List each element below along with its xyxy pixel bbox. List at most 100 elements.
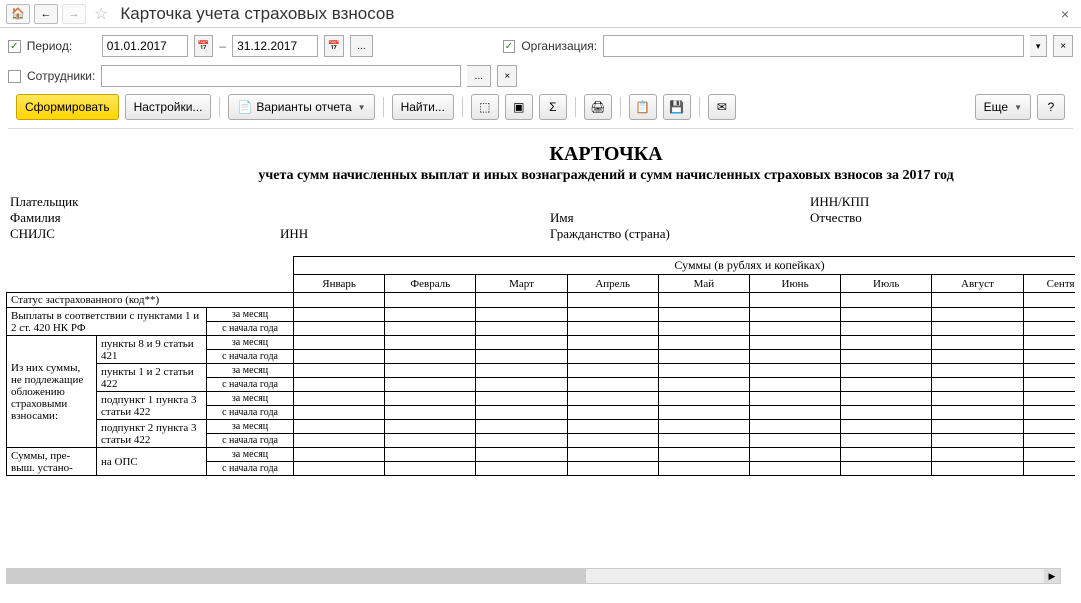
email-button[interactable]: ✉	[708, 94, 736, 120]
month-header: Июнь	[749, 275, 840, 293]
period-label: Период:	[27, 39, 72, 53]
period-checkbox[interactable]	[8, 40, 21, 53]
favorite-star-icon[interactable]: ☆	[94, 4, 108, 24]
info-block: Плательщик ИНН/КПП Фамилия Имя Отчество …	[6, 194, 1075, 242]
employee-input[interactable]	[101, 65, 461, 87]
excess-group: Суммы, пре-выш. устано-	[7, 448, 97, 476]
variants-label: Варианты отчета	[256, 100, 351, 114]
snils-label: СНИЛС	[10, 226, 280, 242]
preview-icon: 📋	[635, 100, 650, 114]
period-year: с начала года	[207, 462, 294, 476]
inn-label: ИНН	[280, 226, 550, 242]
period-year: с начала года	[207, 350, 294, 364]
separator	[620, 97, 621, 117]
report-scroll[interactable]: КАРТОЧКА учета сумм начисленных выплат и…	[6, 143, 1075, 588]
ex1: пункты 8 и 9 статьи 421	[97, 336, 207, 364]
save-button[interactable]: 💾	[663, 94, 691, 120]
period-month: за месяц	[207, 392, 294, 406]
org-dropdown-icon[interactable]: ▾	[1030, 35, 1048, 57]
find-button[interactable]: Найти...	[392, 94, 454, 120]
org-label: Организация:	[521, 39, 597, 53]
home-button[interactable]: 🏠	[6, 4, 30, 24]
date-to-input[interactable]	[232, 35, 318, 57]
month-header: Август	[932, 275, 1023, 293]
save-icon: 💾	[669, 100, 684, 114]
forward-button[interactable]: →	[62, 4, 86, 24]
patronymic-label: Отчество	[810, 210, 1075, 226]
date-from-input[interactable]	[102, 35, 188, 57]
preview-button[interactable]: 📋	[629, 94, 657, 120]
period-year: с начала года	[207, 378, 294, 392]
scroll-right-icon[interactable]: ▶	[1044, 569, 1060, 583]
period-month: за месяц	[207, 308, 294, 322]
document-icon: 📄	[237, 100, 252, 114]
more-label: Еще	[984, 100, 1008, 114]
titlebar: 🏠 ← → ☆ Карточка учета страховых взносов…	[0, 0, 1081, 28]
period-month: за месяц	[207, 420, 294, 434]
separator	[699, 97, 700, 117]
surname-label: Фамилия	[10, 210, 280, 226]
calendar-from-icon[interactable]: 📅	[194, 35, 214, 57]
row-payments: Выплаты в соответствии с пунктами 1 и 2 …	[7, 308, 207, 336]
sum-header: Суммы (в рублях и копейках)	[294, 257, 1075, 275]
back-button[interactable]: ←	[34, 4, 58, 24]
date-dash: –	[219, 39, 226, 53]
exempt-group: Из них суммы, не подлежащие обложению ст…	[7, 336, 97, 448]
collapse-button[interactable]: ▣	[505, 94, 533, 120]
separator	[462, 97, 463, 117]
period-year: с начала года	[207, 434, 294, 448]
excess1: на ОПС	[97, 448, 207, 476]
collapse-icon: ▣	[513, 100, 524, 114]
calendar-to-icon[interactable]: 📅	[324, 35, 344, 57]
month-header: Июль	[841, 275, 932, 293]
help-button[interactable]: ?	[1037, 94, 1065, 120]
org-input[interactable]	[603, 35, 1024, 57]
org-checkbox[interactable]	[503, 40, 516, 53]
period-year: с начала года	[207, 322, 294, 336]
chevron-down-icon: ▼	[1014, 103, 1022, 112]
name-label: Имя	[550, 210, 810, 226]
ex2: пункты 1 и 2 статьи 422	[97, 364, 207, 392]
print-icon: 🖨	[590, 100, 605, 114]
month-header: Сентябрь	[1023, 275, 1075, 293]
filters-panel: Период: 📅 – 📅 ... Организация: ▾ × Сотру…	[0, 28, 1081, 137]
expand-icon: ⬚	[479, 100, 490, 114]
org-clear-button[interactable]: ×	[1053, 35, 1073, 57]
period-dots-button[interactable]: ...	[350, 35, 374, 57]
report-area: КАРТОЧКА учета сумм начисленных выплат и…	[0, 137, 1081, 588]
chevron-down-icon: ▼	[358, 103, 366, 112]
settings-button[interactable]: Настройки...	[125, 94, 212, 120]
sigma-icon: Σ	[549, 100, 556, 114]
sum-button[interactable]: Σ	[539, 94, 567, 120]
period-month: за месяц	[207, 448, 294, 462]
status-row: Статус застрахованного (код**)	[7, 293, 294, 308]
ex4: подпункт 2 пункта 3 статьи 422	[97, 420, 207, 448]
employee-clear-button[interactable]: ×	[497, 65, 517, 87]
report-header: КАРТОЧКА учета сумм начисленных выплат и…	[6, 143, 1075, 184]
close-button[interactable]: ×	[1055, 6, 1075, 22]
variants-button[interactable]: 📄 Варианты отчета ▼	[228, 94, 374, 120]
employee-checkbox[interactable]	[8, 70, 21, 83]
inn-kpp-label: ИНН/КПП	[810, 194, 1075, 210]
email-icon: ✉	[717, 100, 727, 114]
more-button[interactable]: Еще ▼	[975, 94, 1031, 120]
month-header: Май	[658, 275, 749, 293]
month-header: Февраль	[385, 275, 476, 293]
horizontal-scrollbar[interactable]: ◀ ▶	[6, 568, 1061, 584]
report-title: КАРТОЧКА	[6, 143, 1075, 166]
month-header: Январь	[294, 275, 385, 293]
separator	[383, 97, 384, 117]
form-button[interactable]: Сформировать	[16, 94, 119, 120]
payer-label: Плательщик	[10, 194, 280, 210]
separator	[575, 97, 576, 117]
expand-button[interactable]: ⬚	[471, 94, 499, 120]
report-subtitle: учета сумм начисленных выплат и иных воз…	[6, 168, 1075, 184]
print-button[interactable]: 🖨	[584, 94, 612, 120]
month-header: Апрель	[567, 275, 658, 293]
scroll-thumb[interactable]	[7, 569, 586, 583]
employee-label: Сотрудники:	[27, 69, 95, 83]
separator	[219, 97, 220, 117]
main-table: Суммы (в рублях и копейках) ЯнварьФеврал…	[6, 256, 1075, 476]
employee-dots-button[interactable]: ...	[467, 65, 491, 87]
period-year: с начала года	[207, 406, 294, 420]
